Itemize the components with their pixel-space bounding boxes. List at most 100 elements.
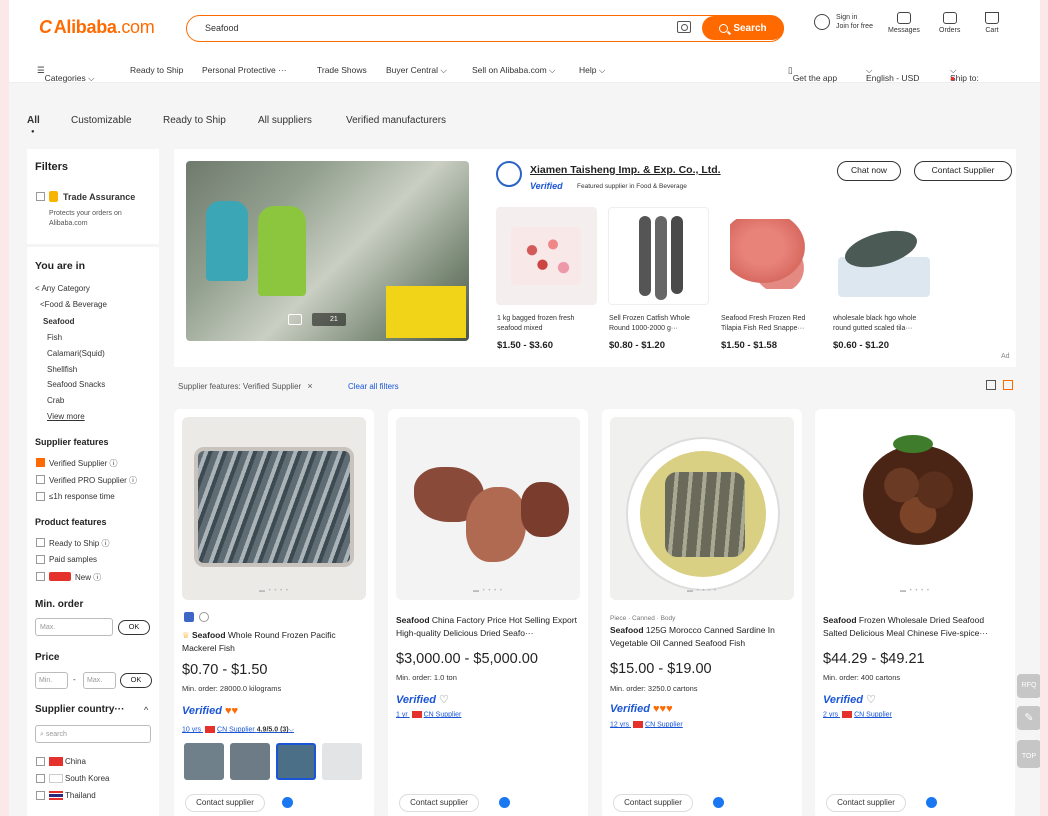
cart-link[interactable]: Cart [985,12,999,34]
gallery-thumb[interactable] [230,743,270,780]
view-more-link[interactable]: View more [47,412,85,421]
messages-link[interactable]: Messages [888,12,920,34]
chat-now-button[interactable]: Chat now [837,161,901,181]
country-south-korea-checkbox[interactable] [36,774,45,783]
min-order-input[interactable]: Max. [35,618,113,636]
new-checkbox[interactable] [36,572,45,581]
supplier-info[interactable]: 12 yrs CN Supplier [610,721,683,728]
ad-product-title[interactable]: 1 kg bagged frozen fresh seafood mixed [497,314,596,334]
nav-categories[interactable]: ☰ Categories ⌵ [37,65,95,83]
list-view-icon[interactable] [986,380,996,390]
subcat-fish[interactable]: Fish [47,333,62,342]
ad-product-image[interactable] [496,207,597,305]
contact-supplier-button[interactable]: Contact supplier [185,794,265,812]
nav-trade-shows[interactable]: Trade Shows [317,65,367,75]
collapse-chevron-icon[interactable]: ^ [144,705,148,715]
tab-ready-to-ship[interactable]: Ready to Ship [163,115,226,126]
product-title[interactable]: Seafood 125G Morocco Canned Sardine In V… [610,624,796,650]
ad-video[interactable]: 21 [186,161,469,341]
orders-link[interactable]: Orders [939,12,960,34]
back-to-top-button[interactable]: TOP [1017,740,1040,768]
subcat-calamari[interactable]: Calamari(Squid) [47,349,105,358]
ready-to-ship-checkbox[interactable] [36,538,45,547]
tab-verified-manufacturers[interactable]: Verified manufacturers [346,115,446,126]
min-order-ok-button[interactable]: OK [118,620,150,635]
supplier-name-link[interactable]: Xiamen Taisheng Imp. & Exp. Co., Ltd. [530,164,721,176]
product-image[interactable]: ▬ • • • • [182,417,366,600]
product-title[interactable]: Seafood Frozen Wholesale Dried Seafood S… [823,614,1009,640]
supplier-info[interactable]: 10 yrs CN Supplier 4.9/5.0 (3)⌵ [182,726,294,734]
product-card[interactable]: ▬ • • • • ♕ Seafood Whole Round Frozen P… [174,409,374,816]
contact-supplier-button[interactable]: Contact supplier [399,794,479,812]
crumb-any-category[interactable]: < Any Category [35,284,90,293]
get-app-link[interactable]: ▯ Get the app [788,65,837,83]
alibaba-logo[interactable]: C Alibaba.com [39,17,155,38]
ad-product-title[interactable]: Seafood Fresh Frozen Red Tilapia Fish Re… [721,314,820,334]
chat-icon[interactable] [926,797,937,808]
signin-link[interactable]: Sign in Join for free [814,14,873,30]
tab-customizable[interactable]: Customizable [71,115,132,126]
chat-icon[interactable] [713,797,724,808]
subcat-seafood-snacks[interactable]: Seafood Snacks [47,380,105,389]
product-image[interactable]: ▬ • • • • [396,417,580,600]
price-min-input[interactable]: Min. [35,672,68,689]
gallery-thumb[interactable] [184,743,224,780]
product-card[interactable]: ▬ • • • • Seafood China Factory Price Ho… [388,409,588,816]
country-thailand-checkbox[interactable] [36,791,45,800]
response-time-checkbox[interactable] [36,492,45,501]
ad-product-image[interactable] [608,207,709,305]
product-image[interactable]: ▬ • • • • [610,417,794,600]
play-icon[interactable] [288,314,302,325]
verified-supplier-checkbox[interactable] [36,458,45,467]
gallery-thumb[interactable] [276,743,316,780]
nav-ready-to-ship[interactable]: Ready to Ship [130,65,183,75]
contact-supplier-button[interactable]: Contact supplier [826,794,906,812]
ad-product-image[interactable] [832,207,933,305]
contact-supplier-button[interactable]: Contact supplier [613,794,693,812]
trade-assurance-checkbox[interactable] [36,192,45,201]
360-view-icon[interactable] [199,612,209,622]
tab-all[interactable]: All [27,115,40,126]
contact-supplier-button[interactable]: Contact Supplier [914,161,1012,181]
crumb-food-beverage[interactable]: <Food & Beverage [40,300,107,309]
rfq-button[interactable]: RFQ [1017,674,1040,698]
ship-to-selector[interactable]: Ship to: ● ⌵ [950,65,979,83]
product-title[interactable]: Seafood China Factory Price Hot Selling … [396,614,582,640]
language-selector[interactable]: English - USD ⌵ [866,65,919,83]
grid-view-icon[interactable] [1003,380,1013,390]
supplier-info[interactable]: 1 yr CN Supplier [396,711,461,718]
country-search-input[interactable]: ⌕ search [35,725,151,743]
country-china-checkbox[interactable] [36,757,45,766]
subcat-shellfish[interactable]: Shellfish [47,365,77,374]
product-image[interactable]: ▬ • • • • [823,417,1007,600]
feedback-button[interactable]: ✎ [1017,706,1040,730]
ad-product-image[interactable] [720,207,821,305]
video-thumb-icon[interactable] [184,612,194,622]
price-ok-button[interactable]: OK [120,673,152,688]
search-button[interactable]: Search [702,16,784,40]
subcat-crab[interactable]: Crab [47,396,64,405]
product-card[interactable]: ▬ • • • • Piece · Canned · Body Seafood … [602,409,802,816]
nav-buyer-central[interactable]: Buyer Central ⌵ [386,65,447,76]
nav-personal-protective[interactable]: Personal Protective ··· [202,65,287,75]
product-title[interactable]: ♕ Seafood Whole Round Frozen Pacific Mac… [182,629,368,655]
camera-icon[interactable] [677,21,691,33]
gallery-thumb[interactable] [322,743,362,780]
nav-sell[interactable]: Sell on Alibaba.com ⌵ [472,65,555,76]
product-card[interactable]: ▬ • • • • Seafood Frozen Wholesale Dried… [815,409,1015,816]
chat-icon[interactable] [282,797,293,808]
tab-all-suppliers[interactable]: All suppliers [258,115,312,126]
price-max-input[interactable]: Max. [83,672,116,689]
nav-help[interactable]: Help ⌵ [579,65,605,76]
remove-filter-icon[interactable]: × [307,381,312,391]
ad-product-title[interactable]: wholesale black hgo whole round gutted s… [833,314,932,334]
ad-product-title[interactable]: Sell Frozen Catfish Whole Round 1000-200… [609,314,708,334]
supplier-logo[interactable] [496,161,522,187]
search-input[interactable]: Seafood [205,23,239,33]
paid-samples-checkbox[interactable] [36,555,45,564]
clear-filters-link[interactable]: Clear all filters [348,382,399,391]
supplier-info[interactable]: 2 yrs CN Supplier [823,711,892,718]
verified-pro-checkbox[interactable] [36,475,45,484]
chat-icon[interactable] [499,797,510,808]
verified-badge: Verified ♥♥♥ [610,703,673,715]
